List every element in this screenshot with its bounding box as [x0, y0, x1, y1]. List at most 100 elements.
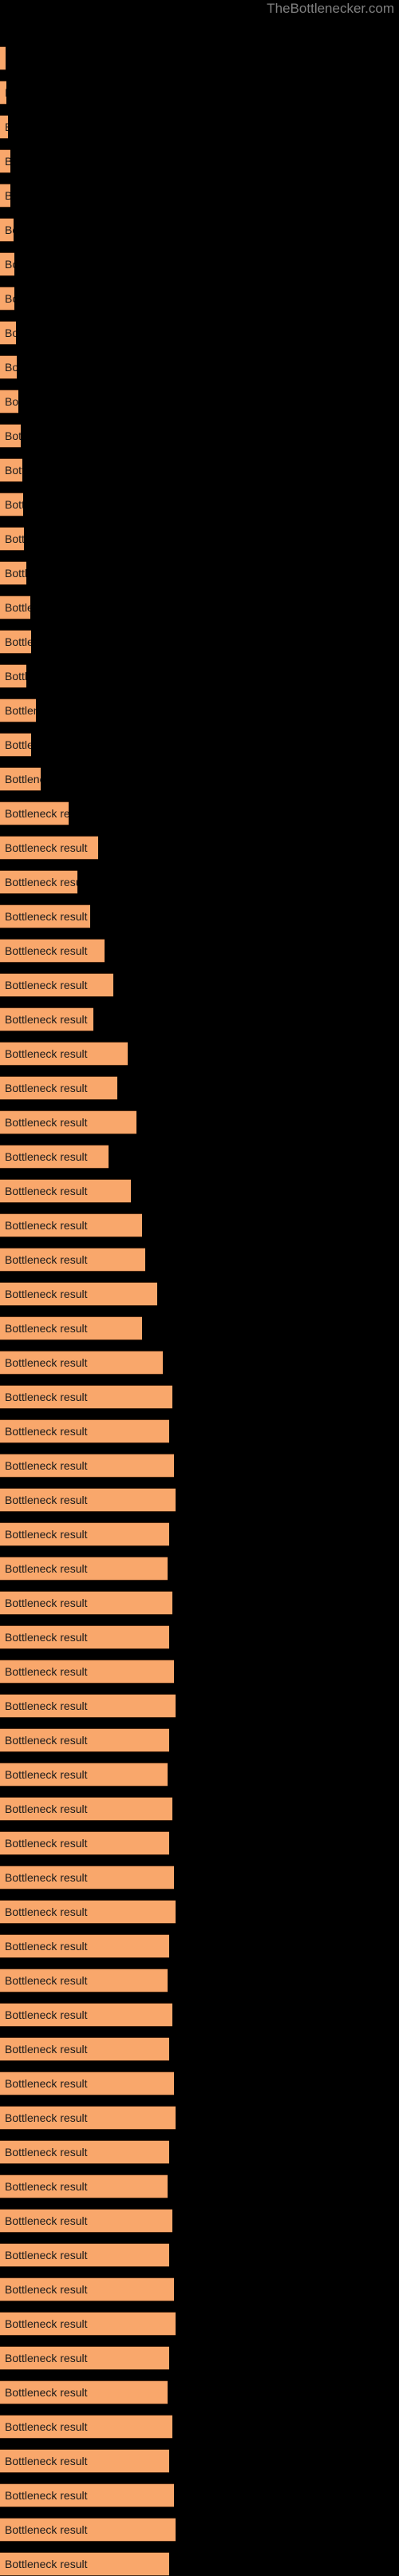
bar-row: Bottleneck result: [0, 2518, 176, 2542]
bar-label-clip: Bottleneck result: [0, 836, 98, 860]
bar-row: Bottleneck result: [0, 2380, 168, 2404]
bar-row: Bottleneck result: [0, 1934, 169, 1958]
bar-label-clip: Bottleneck result: [0, 218, 14, 242]
bar-label: Bottleneck result: [5, 635, 31, 648]
bar-label: Bottleneck result: [5, 2146, 88, 2159]
bar-row: Bottleneck result: [0, 767, 41, 791]
bar-row: Bottleneck result: [0, 733, 31, 757]
bar-row: Bottleneck result: [0, 1763, 168, 1787]
bar-row: Bottleneck result: [0, 1385, 172, 1409]
bar-row: Bottleneck result: [0, 1454, 174, 1478]
bar-label: Bottleneck result: [5, 2283, 88, 2296]
bar-row: Bottleneck result: [0, 2209, 172, 2233]
bar-label-clip: Bottleneck result: [0, 2518, 176, 2542]
bar-label-clip: Bottleneck result: [0, 1282, 157, 1306]
bar-label-clip: Bottleneck result: [0, 2449, 169, 2473]
bar-label-clip: Bottleneck result: [0, 252, 14, 276]
bar-label: Bottleneck result: [5, 1150, 88, 1163]
bar-label: Bottleneck result: [5, 910, 88, 923]
bar-label: Bottleneck result: [5, 2489, 88, 2502]
bar-label: Bottleneck result: [5, 2352, 88, 2364]
bar-label-clip: Bottleneck result: [0, 733, 31, 757]
bar-label: Bottleneck result: [5, 773, 41, 785]
bar-row: Bottleneck result: [0, 2312, 176, 2336]
bar-row: Bottleneck result: [0, 1694, 176, 1718]
bar-label-clip: Bottleneck result: [0, 1179, 131, 1203]
bar-row: Bottleneck result: [0, 252, 14, 276]
bar-label: Bottleneck result: [5, 1322, 88, 1335]
bar-row: Bottleneck result: [0, 870, 77, 894]
bar-label-clip: Bottleneck result: [0, 2174, 168, 2198]
bar-row: Bottleneck result: [0, 561, 26, 585]
bar-label-clip: Bottleneck result: [0, 1351, 163, 1375]
bar-row: Bottleneck result: [0, 493, 23, 516]
bar-label-clip: Bottleneck result: [0, 1385, 172, 1409]
bar-row: Bottleneck result: [0, 1831, 169, 1855]
bar-label: Bottleneck result: [5, 1665, 88, 1678]
bar-label: Bottleneck result: [5, 1734, 88, 1747]
bar-label-clip: Bottleneck result: [0, 1419, 169, 1443]
bar-row: Bottleneck result: [0, 1866, 174, 1889]
bar-label-clip: Bottleneck result: [0, 973, 113, 997]
bar-label-clip: Bottleneck result: [0, 1488, 176, 1512]
bar-label: Bottleneck result: [5, 361, 17, 374]
bar-label: Bottleneck result: [5, 189, 10, 202]
bar-row: Bottleneck result: [0, 1110, 136, 1134]
bar-label-clip: Bottleneck result: [0, 630, 31, 654]
bar-label-clip: Bottleneck result: [0, 1007, 93, 1031]
bar-row: Bottleneck result: [0, 149, 10, 173]
bar-label-clip: Bottleneck result: [0, 596, 30, 619]
bar-label-clip: Bottleneck result: [0, 115, 8, 139]
bar-label-clip: Bottleneck result: [0, 2106, 176, 2130]
bar-label: Bottleneck result: [5, 1047, 88, 1060]
bar-label: Bottleneck result: [5, 464, 22, 477]
bar-row: Bottleneck result: [0, 2277, 174, 2301]
bar-label: Bottleneck result: [5, 2420, 88, 2433]
bar-label: Bottleneck result: [5, 1253, 88, 1266]
bar-label: Bottleneck result: [5, 704, 36, 717]
bar-row: Bottleneck result: [0, 2243, 169, 2267]
bar-label: Bottleneck result: [5, 1494, 88, 1506]
bar-row: Bottleneck result: [0, 1145, 109, 1169]
bar-label-clip: Bottleneck result: [0, 493, 23, 516]
bar-label-clip: Bottleneck result: [0, 939, 105, 963]
bar-row: Bottleneck result: [0, 2346, 169, 2370]
bar-label-clip: Bottleneck result: [0, 1969, 168, 1992]
bar-row: Bottleneck result: [0, 355, 17, 379]
bar-row: Bottleneck result: [0, 2140, 169, 2164]
bar-label-clip: Bottleneck result: [0, 767, 41, 791]
bar-label-clip: Bottleneck result: [0, 458, 22, 482]
bar-label-clip: Bottleneck result: [0, 1042, 128, 1066]
bar-label-clip: Bottleneck result: [0, 801, 69, 825]
bar-label-clip: Bottleneck result: [0, 664, 26, 688]
bar-row: Bottleneck result: [0, 2174, 168, 2198]
bar-row: Bottleneck result: [0, 321, 16, 345]
bar-label-clip: Bottleneck result: [0, 2003, 172, 2027]
bar-label: Bottleneck result: [5, 2455, 88, 2467]
bar-row: Bottleneck result: [0, 115, 8, 139]
bar-label: Bottleneck result: [5, 2214, 88, 2227]
bar-row: Bottleneck result: [0, 1660, 174, 1684]
bar-label: Bottleneck result: [5, 1597, 88, 1609]
bar-row: Bottleneck result: [0, 2415, 172, 2439]
bar-label-clip: Bottleneck result: [0, 81, 6, 105]
bar-row: Bottleneck result: [0, 1179, 131, 1203]
bar-label: Bottleneck result: [5, 1768, 88, 1781]
bar-row: Bottleneck result: [0, 596, 30, 619]
bar-label: Bottleneck result: [5, 601, 30, 614]
bar-row: Bottleneck result: [0, 1797, 172, 1821]
bar-row: Bottleneck result: [0, 184, 10, 208]
bar-row: Bottleneck result: [0, 836, 98, 860]
bar-label: Bottleneck result: [5, 1288, 88, 1300]
bar-label-clip: Bottleneck result: [0, 1866, 174, 1889]
bar-label: Bottleneck result: [5, 1116, 88, 1129]
bar-label: Bottleneck result: [5, 1459, 88, 1472]
bar-row: Bottleneck result: [0, 2071, 174, 2095]
bar-row: Bottleneck result: [0, 2449, 169, 2473]
bar-label-clip: Bottleneck result: [0, 698, 36, 722]
bar-label: Bottleneck result: [5, 738, 31, 751]
bar-label-clip: Bottleneck result: [0, 2037, 169, 2061]
bar-label-clip: Bottleneck result: [0, 424, 21, 448]
bar-row: Bottleneck result: [0, 1076, 117, 1100]
bar-label-clip: Bottleneck result: [0, 2071, 174, 2095]
